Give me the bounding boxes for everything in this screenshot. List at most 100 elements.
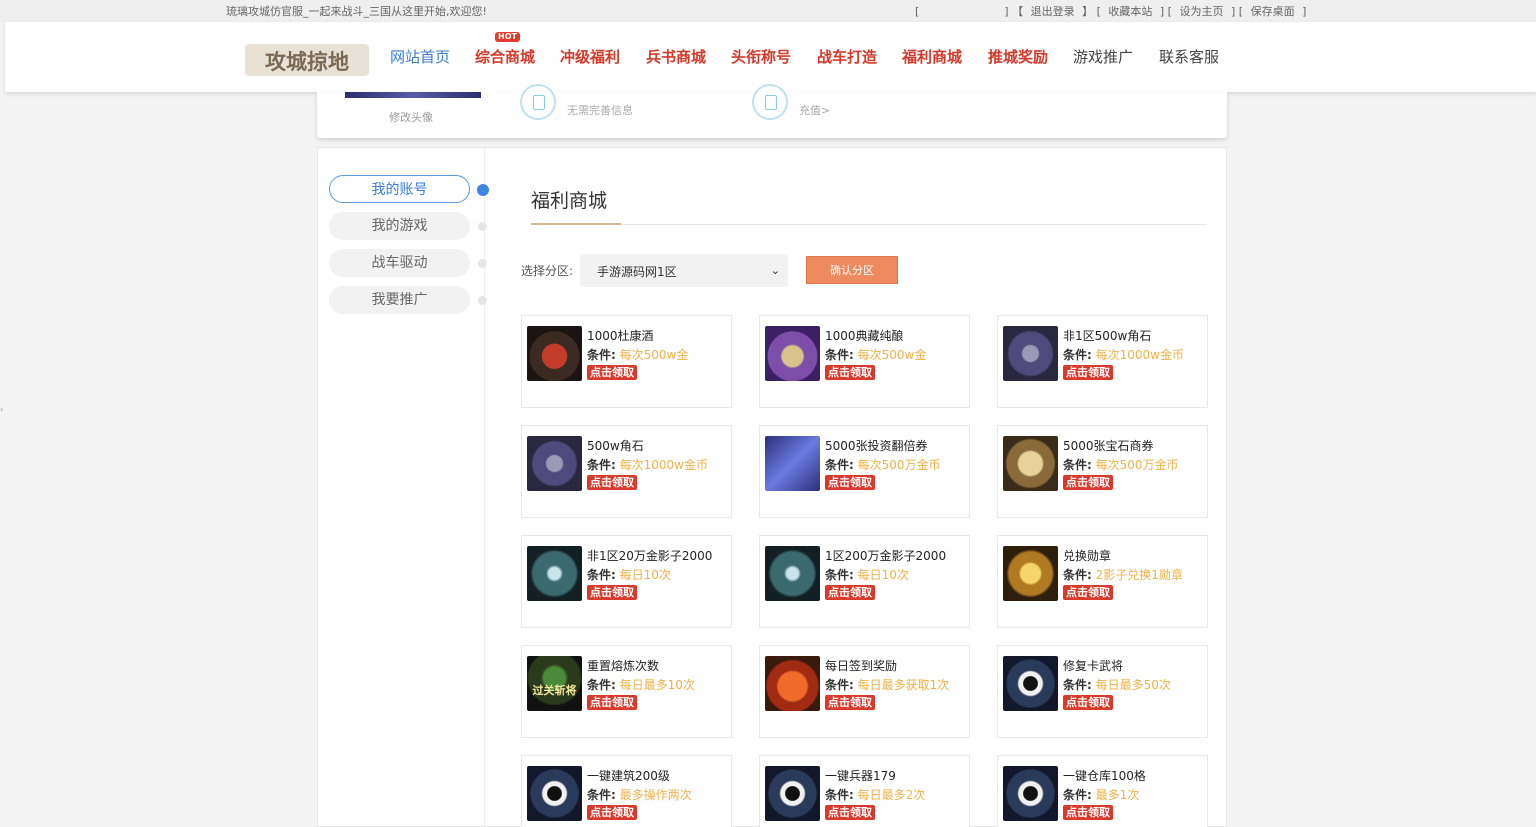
reward-card: 1区200万金影子2000 条件: 每日10次 点击领取 [759, 535, 970, 628]
nav-general-shop-label: 综合商城 [475, 48, 536, 66]
reward-name: 5000张宝石商券 [1063, 439, 1154, 453]
welcome-text: 琉璃攻城仿官服_一起来战斗_三国从这里开始,欢迎您! [226, 5, 487, 18]
claim-button[interactable]: 点击领取 [1063, 365, 1113, 380]
reward-condition: 条件: 每次1000w金币 [587, 456, 708, 473]
condition-value: 最多1次 [1095, 788, 1140, 802]
sidebar-item-games[interactable]: 我的游戏 [329, 212, 470, 240]
reward-name: 非1区500w角石 [1063, 329, 1152, 343]
reward-condition: 条件: 每日10次 [825, 566, 909, 583]
claim-button[interactable]: 点击领取 [1063, 805, 1113, 820]
reward-name: 500w角石 [587, 439, 644, 453]
info-sub: 无需完善信息 [567, 104, 633, 117]
reward-condition: 条件: 最多操作两次 [587, 786, 692, 803]
condition-value: 每日10次 [857, 568, 909, 582]
wallet-icon [752, 84, 788, 120]
reward-card: 1000杜康酒 条件: 每次500w金 点击领取 [521, 315, 732, 408]
condition-key: 条件: [825, 348, 854, 362]
collapse-arrow-icon[interactable]: › [0, 405, 3, 414]
reward-name: 5000张投资翻倍券 [825, 439, 928, 453]
sidebar-item-chariot[interactable]: 战车驱动 [329, 249, 470, 277]
edit-avatar-link[interactable]: 修改头像 [389, 109, 433, 125]
reward-name: 一键仓库100格 [1063, 769, 1146, 783]
claim-button[interactable]: 点击领取 [1063, 475, 1113, 490]
claim-button[interactable]: 点击领取 [587, 695, 637, 710]
condition-value: 每次1000w金币 [1095, 348, 1184, 362]
zone-select[interactable]: 手游源码网1区 ⌄ [580, 254, 788, 287]
claim-button[interactable]: 点击领取 [587, 805, 637, 820]
claim-button[interactable]: 点击领取 [825, 365, 875, 380]
condition-value: 每次500w金 [857, 348, 927, 362]
shadow-icon [527, 546, 582, 601]
reward-condition: 条件: 每次500w金 [587, 346, 688, 363]
reward-name: 修复卡武将 [1063, 659, 1124, 673]
set-homepage-link[interactable]: 设为主页 [1179, 5, 1223, 18]
condition-key: 条件: [1063, 568, 1092, 582]
reward-card: 5000张宝石商券条件: 每次500万金币 点击领取 [997, 425, 1208, 518]
nav-push-reward[interactable]: 推城奖励 [988, 46, 1048, 67]
title-underline [531, 223, 621, 225]
recharge-link[interactable]: 充值> [799, 102, 830, 118]
ticket-icon [765, 436, 820, 491]
wine-pot-icon [765, 326, 820, 381]
reward-condition: 条件: 每日最多10次 [587, 676, 695, 693]
scroll-icon [1003, 436, 1058, 491]
claim-button[interactable]: 点击领取 [825, 585, 875, 600]
nav-contact[interactable]: 联系客服 [1159, 46, 1219, 67]
top-links: [ ] 【 退出登录 】 [ 收藏本站 ] [ 设为主页 ] [ 保存桌面 ] [915, 3, 1310, 19]
condition-key: 条件: [587, 458, 616, 472]
avatar [345, 92, 481, 98]
claim-button[interactable]: 点击领取 [1063, 585, 1113, 600]
reward-card: 每日签到奖励 条件: 每日最多获取1次 点击领取 [759, 645, 970, 738]
logout-link[interactable]: 退出登录 [1031, 5, 1075, 18]
claim-button[interactable]: 点击领取 [1063, 695, 1113, 710]
reward-card: 5000张投资翻倍券 条件: 每次500万金币 点击领取 [759, 425, 970, 518]
nav-home[interactable]: 网站首页 [390, 46, 450, 67]
claim-button[interactable]: 点击领取 [587, 365, 637, 380]
nav-titles[interactable]: 头衔称号 [731, 46, 791, 67]
condition-key: 条件: [825, 458, 854, 472]
yin-yang-icon [1003, 656, 1058, 711]
reward-name: 一键建筑200级 [587, 769, 670, 783]
save-desktop-link[interactable]: 保存桌面 [1251, 5, 1295, 18]
nav-chariot[interactable]: 战车打造 [817, 46, 877, 67]
reward-condition: 条件: 最多1次 [1063, 786, 1139, 803]
confirm-zone-button[interactable]: 确认分区 [806, 256, 898, 284]
reward-card: 兑换勋章 条件: 2影子兑换1勋章 点击领取 [997, 535, 1208, 628]
condition-value: 每日10次 [619, 568, 671, 582]
logo-text: 攻城掠地 [265, 49, 349, 74]
claim-button[interactable]: 点击领取 [825, 695, 875, 710]
nav-promotion[interactable]: 游戏推广 [1073, 46, 1133, 67]
claim-button[interactable]: 点击领取 [825, 805, 875, 820]
condition-value: 每次500万金币 [1095, 458, 1179, 472]
sidebar-item-account[interactable]: 我的账号 [329, 175, 470, 203]
content: 福利商城 选择分区: 手游源码网1区 ⌄ 确认分区 1000杜康酒 条件: 每次5… [485, 148, 1226, 827]
claim-button[interactable]: 点击领取 [587, 585, 637, 600]
reward-name: 1000典藏纯酿 [825, 329, 904, 343]
claim-button[interactable]: 点击领取 [825, 475, 875, 490]
reward-condition: 条件: 每次500万金币 [1063, 456, 1179, 473]
sidebar-item-promote[interactable]: 我要推广 [329, 286, 470, 314]
reward-card: 一键仓库100格 条件: 最多1次 点击领取 [997, 755, 1208, 827]
bracket: ] [ [1159, 5, 1172, 18]
top-bar: 琉璃攻城仿官服_一起来战斗_三国从这里开始,欢迎您! [ ] 【 退出登录 】 … [0, 0, 1536, 22]
condition-value: 每日最多50次 [1095, 678, 1171, 692]
site-logo[interactable]: 攻城掠地 [245, 40, 369, 80]
nav-general-shop[interactable]: HOT 综合商城 [475, 32, 536, 67]
info-icon [520, 84, 556, 120]
reward-condition: 条件: 2影子兑换1勋章 [1063, 566, 1183, 583]
condition-key: 条件: [587, 568, 616, 582]
condition-key: 条件: [1063, 678, 1092, 692]
main-panel: 我的账号 我的游戏 战车驱动 我要推广 福利商城 选择分区: 手游源码网1区 ⌄… [317, 147, 1227, 827]
nav-welfare-shop[interactable]: 福利商城 [902, 46, 962, 67]
nav-book-shop[interactable]: 兵书商城 [646, 46, 706, 67]
horn-stone-icon [527, 436, 582, 491]
bookmark-link[interactable]: 收藏本站 [1108, 5, 1152, 18]
reward-condition: 条件: 每次500万金币 [825, 456, 941, 473]
condition-value: 每次1000w金币 [619, 458, 708, 472]
nav-level-welfare[interactable]: 冲级福利 [560, 46, 620, 67]
reward-condition: 条件: 每日10次 [587, 566, 671, 583]
bracket: ] 【 [1004, 5, 1024, 18]
claim-button[interactable]: 点击领取 [587, 475, 637, 490]
condition-value: 2影子兑换1勋章 [1095, 568, 1183, 582]
hot-badge: HOT [495, 32, 520, 42]
